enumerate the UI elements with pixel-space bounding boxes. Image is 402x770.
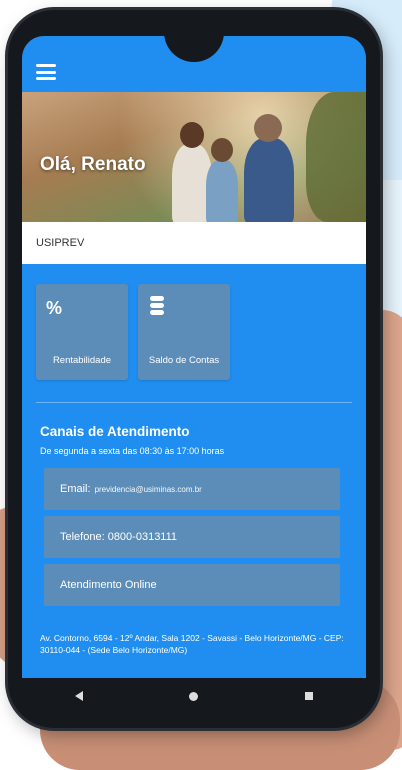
greeting-title: Olá, Renato xyxy=(40,154,146,175)
phone-device: Olá, Renato USIPREV % Rentabilidade Sald… xyxy=(8,10,380,728)
address-text: Av. Contorno, 6594 - 12º Andar, Sala 120… xyxy=(40,633,344,655)
channel-phone[interactable]: Telefone: 0800-0313111 xyxy=(44,516,340,558)
divider xyxy=(36,402,352,403)
coins-stack-icon xyxy=(150,296,164,316)
tile-label: Rentabilidade xyxy=(52,355,112,366)
system-nav-bar xyxy=(22,678,366,714)
section-subtitle: De segunda a sexta das 08:30 às 17:00 ho… xyxy=(40,446,225,456)
recent-apps-icon[interactable] xyxy=(304,692,313,700)
channel-label: Email: xyxy=(60,483,91,495)
channel-list: Email: previdencia@usiminas.com.br Telef… xyxy=(44,468,340,612)
section-title: Canais de Atendimento xyxy=(40,424,190,439)
back-icon[interactable] xyxy=(75,691,84,701)
channel-label: Atendimento Online xyxy=(60,579,157,591)
channel-label: Telefone: 0800-0313111 xyxy=(60,531,178,543)
home-icon[interactable] xyxy=(189,691,199,701)
tiles-grid: % Rentabilidade Saldo de Contas xyxy=(36,284,230,380)
percent-icon: % xyxy=(46,298,63,318)
tile-rentabilidade[interactable]: % Rentabilidade xyxy=(36,284,128,380)
tile-saldo-de-contas[interactable]: Saldo de Contas xyxy=(138,284,230,380)
hamburger-menu-icon[interactable] xyxy=(36,64,56,80)
tile-label: Saldo de Contas xyxy=(148,355,220,366)
channel-email[interactable]: Email: previdencia@usiminas.com.br xyxy=(44,468,340,510)
app-screen: Olá, Renato USIPREV % Rentabilidade Sald… xyxy=(22,36,366,678)
org-bar[interactable]: USIPREV xyxy=(22,222,366,264)
hero-banner: Olá, Renato xyxy=(22,92,366,222)
channel-online[interactable]: Atendimento Online xyxy=(44,564,340,606)
channel-detail: previdencia@usiminas.com.br xyxy=(94,484,202,494)
org-name: USIPREV xyxy=(36,237,85,249)
